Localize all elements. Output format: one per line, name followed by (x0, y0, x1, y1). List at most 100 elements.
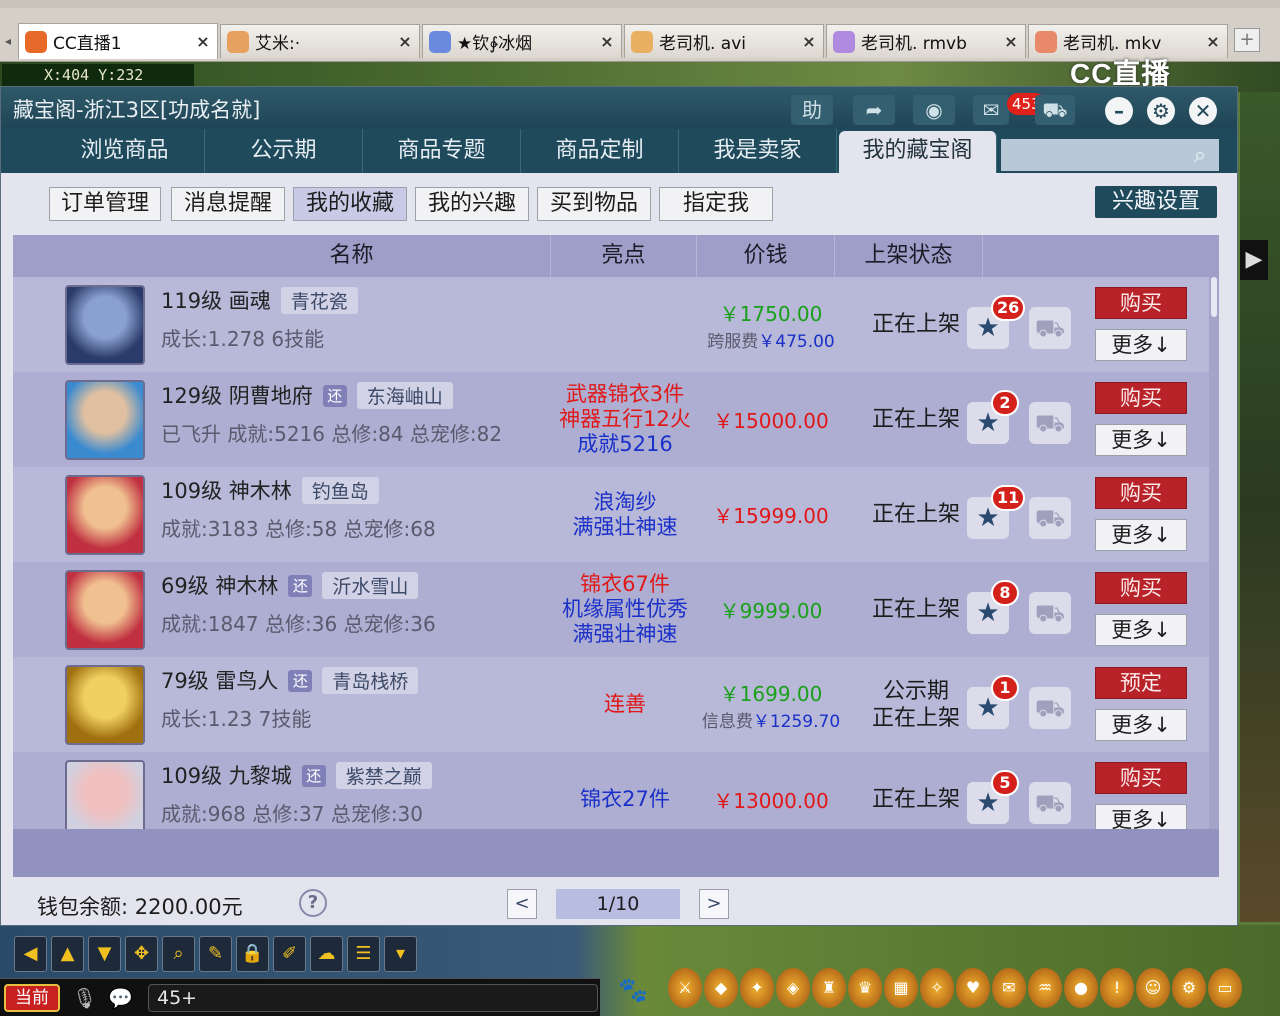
computer-icon[interactable]: ▭ (1208, 968, 1242, 1008)
next-page-button[interactable]: > (699, 889, 729, 919)
close-icon[interactable]: ✕ (1189, 97, 1217, 125)
guild-icon[interactable]: ♛ (848, 968, 882, 1008)
tab-close-icon[interactable]: × (801, 32, 817, 51)
table-row[interactable]: 69级 神木林还沂水雪山 成就:1847 总修:36 总宠修:36 锦衣67件 机缘属… (13, 562, 1219, 657)
search-icon[interactable]: ⌕ (1187, 143, 1213, 169)
browser-tab[interactable]: 老司机. avi × (624, 24, 824, 58)
peach-icon[interactable]: ● (1064, 968, 1098, 1008)
browser-tab[interactable]: 艾米:· × (220, 24, 420, 58)
table-row[interactable]: 129级 阴曹地府还东海岫山 已飞升 成就:5216 总修:84 总宠修:82 武器… (13, 372, 1219, 467)
more-button[interactable]: 更多↓ (1095, 424, 1187, 456)
alert-icon[interactable]: ! (1100, 968, 1134, 1008)
system-icon[interactable]: ⚙ (1172, 968, 1206, 1008)
treasure-icon[interactable]: ◆ (704, 968, 738, 1008)
buy-button[interactable]: 预定 (1095, 667, 1187, 699)
tab-close-icon[interactable]: × (599, 32, 615, 51)
chat-channel-button[interactable]: 当前 (4, 984, 60, 1012)
nav-tab-my-pavilion[interactable]: 我的藏宝阁 (839, 131, 997, 173)
avatar[interactable] (65, 380, 145, 460)
record-icon[interactable]: ◉ (913, 95, 955, 125)
table-row[interactable]: 79级 雷鸟人还青岛栈桥 成长:1.23 7技能 连善 ￥1699.00 信息费￥125… (13, 657, 1219, 752)
avatar[interactable] (65, 475, 145, 555)
subtab-messages[interactable]: 消息提醒 (171, 187, 285, 221)
arrow-left-icon[interactable]: ◀ (14, 936, 47, 972)
pen-icon[interactable]: ✐ (273, 936, 306, 972)
nav-tab-seller[interactable]: 我是卖家 (679, 129, 837, 173)
table-scrollbar-thumb[interactable] (1211, 277, 1217, 317)
subtab-purchased[interactable]: 买到物品 (537, 187, 651, 221)
mail-icon[interactable]: ✉ (992, 968, 1026, 1008)
more-button[interactable]: 更多↓ (1095, 804, 1187, 829)
more-button[interactable]: 更多↓ (1095, 614, 1187, 646)
character-name[interactable]: 119级 画魂 (161, 289, 271, 313)
question-icon[interactable]: ? (299, 889, 327, 917)
cart-icon[interactable]: ⛟ (1029, 402, 1071, 444)
character-name[interactable]: 69级 神木林 (161, 574, 278, 598)
browser-tab[interactable]: 老司机. rmvb × (826, 24, 1026, 58)
table-row[interactable]: 119级 画魂 青花瓷 成长:1.278 6技能 ￥1750.00 跨服费￥475.00… (13, 277, 1219, 372)
new-tab-button[interactable]: + (1234, 28, 1260, 52)
tab-scroll-left-icon[interactable]: ◂ (0, 28, 16, 54)
table-row[interactable]: 109级 九黎城还紫禁之巅 成就:968 总修:37 总宠修:30 锦衣27件 ￥13… (13, 752, 1219, 829)
weapon-icon[interactable]: ⚔ (668, 968, 702, 1008)
browser-tab[interactable]: CC直播1 × (18, 23, 218, 59)
nav-tab-publicity[interactable]: 公示期 (205, 129, 363, 173)
nav-tab-browse[interactable]: 浏览商品 (45, 129, 205, 173)
avatar[interactable] (65, 665, 145, 745)
speech-bubble-icon[interactable]: 💬 (108, 984, 140, 1012)
buy-button[interactable]: 购买 (1095, 287, 1187, 319)
play-icon[interactable]: ▶ (1240, 240, 1268, 280)
pet-icon[interactable]: 🐾 (618, 976, 658, 1012)
share-icon[interactable]: ➦ (853, 95, 895, 125)
tab-close-icon[interactable]: × (195, 32, 211, 51)
chat-icon[interactable]: ☁ (310, 936, 343, 972)
cart-icon[interactable]: ⛟ (1029, 497, 1071, 539)
minimize-icon[interactable]: – (1105, 97, 1133, 125)
arrow-up-icon[interactable]: ▲ (51, 936, 84, 972)
buy-button[interactable]: 购买 (1095, 477, 1187, 509)
tab-close-icon[interactable]: × (397, 32, 413, 51)
dropdown-icon[interactable]: ▾ (384, 936, 417, 972)
settings-icon[interactable]: ⚙ (1147, 97, 1175, 125)
buy-button[interactable]: 购买 (1095, 382, 1187, 414)
buy-button[interactable]: 购买 (1095, 762, 1187, 794)
note-icon[interactable]: ✎ (199, 936, 232, 972)
more-button[interactable]: 更多↓ (1095, 329, 1187, 361)
fish-icon[interactable]: ♒ (1028, 968, 1062, 1008)
avatar[interactable] (65, 285, 145, 365)
cart-icon[interactable]: ⛟ (1029, 592, 1071, 634)
interest-settings-button[interactable]: 兴趣设置 (1095, 186, 1217, 218)
skill-icon[interactable]: ✦ (740, 968, 774, 1008)
quest-icon[interactable]: ✧ (920, 968, 954, 1008)
avatar[interactable] (65, 760, 145, 829)
tab-close-icon[interactable]: × (1205, 32, 1221, 51)
table-scrollbar[interactable] (1209, 277, 1219, 829)
friend-icon[interactable]: ♥ (956, 968, 990, 1008)
chat-input[interactable]: 45+ (148, 984, 598, 1012)
character-name[interactable]: 129级 阴曹地府 (161, 384, 313, 408)
list-icon[interactable]: ☰ (347, 936, 380, 972)
message-icon[interactable]: ✉ (973, 95, 1009, 125)
nav-tab-topics[interactable]: 商品专题 (363, 129, 521, 173)
subtab-favorites[interactable]: 我的收藏 (293, 187, 407, 221)
cart-icon[interactable]: ⛟ (1029, 307, 1071, 349)
subtab-interests[interactable]: 我的兴趣 (415, 187, 529, 221)
subtab-orders[interactable]: 订单管理 (49, 187, 161, 221)
browser-tab[interactable]: ★钦∲冰烟 × (422, 24, 622, 58)
search-icon[interactable]: ⌕ (162, 936, 195, 972)
arrow-down-icon[interactable]: ▼ (88, 936, 121, 972)
tab-close-icon[interactable]: × (1003, 32, 1019, 51)
subtab-designated[interactable]: 指定我 (659, 187, 773, 221)
buy-button[interactable]: 购买 (1095, 572, 1187, 604)
more-button[interactable]: 更多↓ (1095, 519, 1187, 551)
move-icon[interactable]: ✥ (125, 936, 158, 972)
avatar[interactable] (65, 570, 145, 650)
character-name[interactable]: 109级 九黎城 (161, 764, 292, 788)
character-name[interactable]: 109级 神木林 (161, 479, 292, 503)
prev-page-button[interactable]: < (507, 889, 537, 919)
map-icon[interactable]: ▦ (884, 968, 918, 1008)
lock-icon[interactable]: 🔒 (236, 936, 269, 972)
more-button[interactable]: 更多↓ (1095, 709, 1187, 741)
smile-icon[interactable]: ☺ (1136, 968, 1170, 1008)
cart-icon[interactable]: ⛟ (1029, 687, 1071, 729)
